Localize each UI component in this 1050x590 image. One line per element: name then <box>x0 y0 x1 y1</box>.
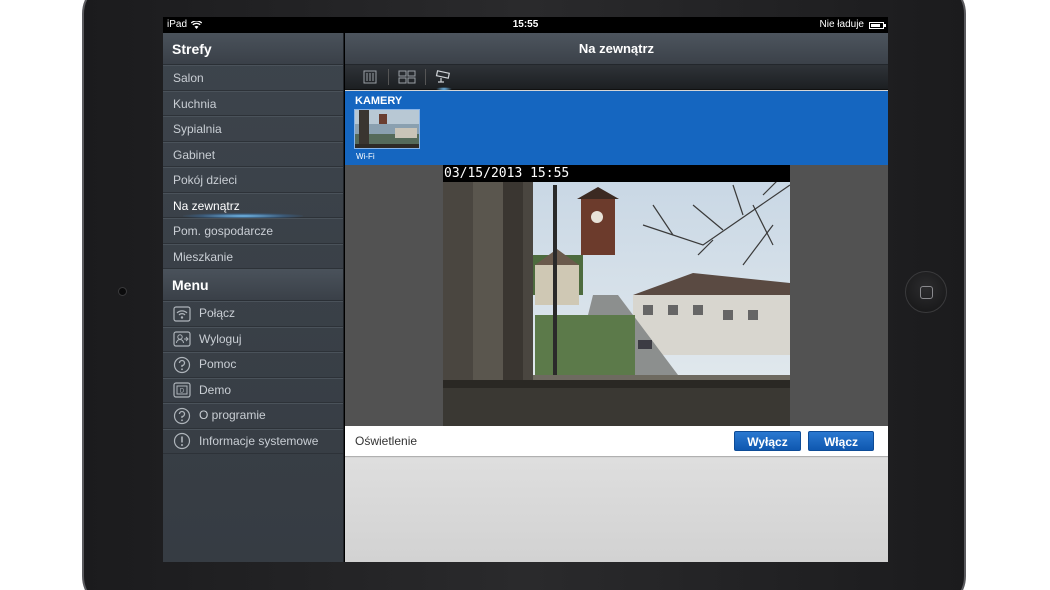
status-bar: iPad 15:55 Nie ładuje <box>163 17 888 33</box>
sidebar-menu-item[interactable]: D Demo <box>163 377 343 403</box>
video-area: 03/15/2013 15:55 <box>345 165 888 426</box>
charging-status: Nie ładuje <box>819 19 864 30</box>
zones-list: Salon Kuchnia Sypialnia Gabinet Pokój dzieci… <box>163 65 343 269</box>
sidebar-zone-item[interactable]: Kuchnia <box>163 90 343 116</box>
camera-thumbnail-image <box>355 110 419 148</box>
demo-icon: D <box>173 381 191 399</box>
sidebar-menu-label: Połącz <box>199 306 236 321</box>
page-title: Na zewnątrz <box>345 33 888 65</box>
sidebar-zone-item[interactable]: Sypialnia <box>163 116 343 142</box>
sidebar-zone-item[interactable]: Gabinet <box>163 141 343 167</box>
connect-icon <box>173 305 191 323</box>
turn-on-button[interactable]: Włącz <box>808 431 874 451</box>
sidebar-menu-label: Demo <box>199 382 232 397</box>
grid-icon <box>398 70 416 84</box>
front-camera <box>118 287 127 296</box>
logout-icon <box>173 330 191 348</box>
sidebar-menu-label: Informacje systemowe <box>199 433 319 448</box>
sidebar-zone-item[interactable]: Salon <box>163 65 343 91</box>
info-icon <box>173 432 191 450</box>
menu-list: Połącz Wyloguj Pomoc D Demo O programie Inform… <box>163 301 343 454</box>
menu-header: Menu <box>163 269 343 301</box>
help-icon <box>173 356 191 374</box>
sidebar-zone-item[interactable]: Mieszkanie <box>163 243 343 269</box>
sidebar-menu-label: Pomoc <box>199 357 237 372</box>
svg-text:D: D <box>180 389 185 395</box>
content-empty-area <box>345 458 888 562</box>
sidebar-menu-item[interactable]: O programie <box>163 403 343 429</box>
zones-header: Strefy <box>163 33 343 65</box>
toolbar-divider <box>388 69 389 85</box>
camera-thumbnail[interactable] <box>354 109 420 149</box>
home-icon <box>920 286 933 299</box>
lighting-label: Oświetlenie <box>355 434 418 448</box>
cameras-label: KAMERY <box>355 95 403 107</box>
turn-off-button[interactable]: Wyłącz <box>734 431 801 451</box>
lighting-control-row: Oświetlenie Wyłącz Włącz <box>345 426 888 457</box>
sliders-icon <box>363 70 377 84</box>
home-button[interactable] <box>905 271 947 313</box>
sidebar-menu-item[interactable]: Połącz <box>163 301 343 327</box>
sidebar-zone-item[interactable]: Na zewnątrz <box>163 192 343 219</box>
sidebar-menu-item[interactable]: Wyloguj <box>163 326 343 352</box>
main-panel: Na zewnątrz KAMERY Wi-Fi 03/15/2013 15:5… <box>345 33 888 562</box>
sidebar-menu-item[interactable]: Pomoc <box>163 352 343 378</box>
sidebar-menu-label: Wyloguj <box>199 331 242 346</box>
sidebar-zone-item[interactable]: Pokój dzieci <box>163 167 343 193</box>
sidebar-menu-item[interactable]: Informacje systemowe <box>163 428 343 454</box>
about-icon <box>173 407 191 425</box>
video-timestamp: 03/15/2013 15:55 <box>443 165 790 182</box>
battery-icon <box>869 21 886 29</box>
cameras-strip: KAMERY Wi-Fi <box>345 91 888 165</box>
sliders-button[interactable] <box>355 66 385 88</box>
sidebar: Strefy Salon Kuchnia Sypialnia Gabinet Pokój… <box>163 33 344 562</box>
grid-button[interactable] <box>392 66 422 88</box>
sidebar-menu-label: O programie <box>199 408 266 423</box>
camera-thumbnail-label: Wi-Fi <box>356 152 375 161</box>
view-toolbar <box>345 65 888 91</box>
clock: 15:55 <box>512 19 539 30</box>
camera-icon <box>435 70 450 83</box>
camera-feed-image <box>443 165 790 426</box>
camera-button[interactable] <box>429 66 459 91</box>
camera-feed: 03/15/2013 15:55 <box>443 165 790 426</box>
sidebar-zone-item[interactable]: Pom. gospodarcze <box>163 218 343 244</box>
toolbar-divider <box>425 69 426 85</box>
screen: iPad 15:55 Nie ładuje Strefy Salon Kuchni… <box>163 17 888 562</box>
